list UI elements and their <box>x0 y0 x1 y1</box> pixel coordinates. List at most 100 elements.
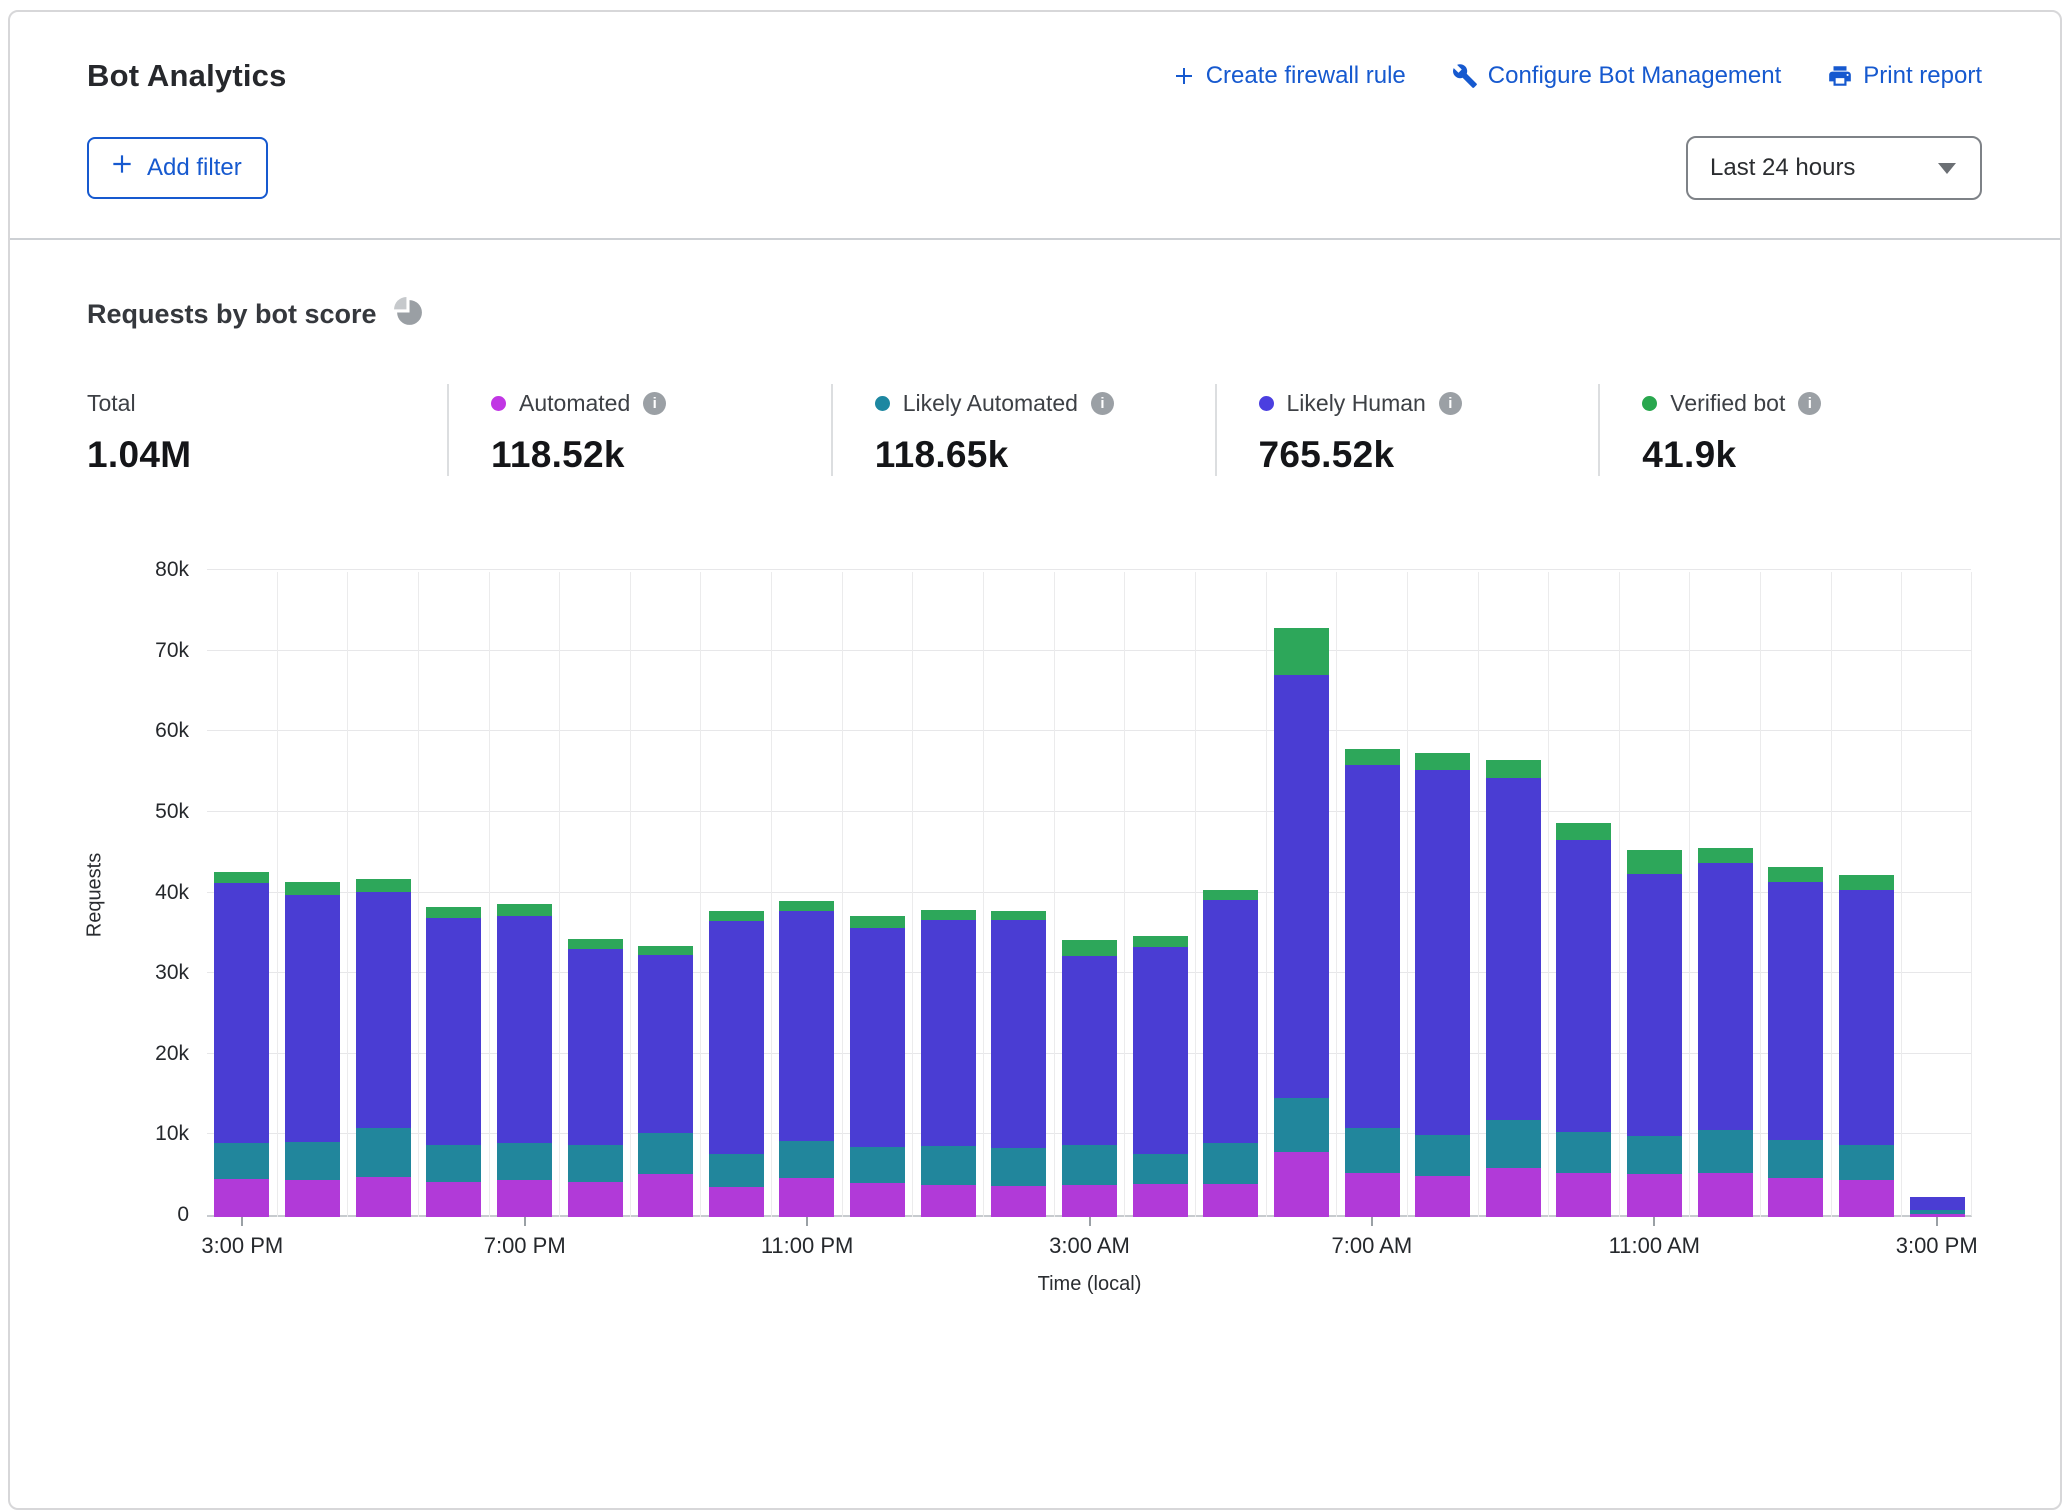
stacked-bar[interactable] <box>1415 753 1470 1217</box>
stacked-bar[interactable] <box>709 911 764 1217</box>
time-range-select[interactable]: Last 24 hours <box>1686 136 1982 200</box>
bar-segment-likely-automated[interactable] <box>1768 1140 1823 1179</box>
bar-segment-likely-human[interactable] <box>1274 675 1329 1097</box>
bar-segment-automated[interactable] <box>1274 1152 1329 1217</box>
bar-segment-likely-human[interactable] <box>1556 840 1611 1133</box>
bar-segment-verified-bot[interactable] <box>1133 936 1188 947</box>
bar-segment-automated[interactable] <box>991 1186 1046 1217</box>
bar-segment-automated[interactable] <box>1415 1176 1470 1217</box>
bar-segment-likely-automated[interactable] <box>1415 1135 1470 1176</box>
bar-segment-likely-automated[interactable] <box>1839 1145 1894 1180</box>
create-firewall-rule-link[interactable]: Create firewall rule <box>1172 62 1406 90</box>
bar-segment-automated[interactable] <box>1345 1173 1400 1217</box>
stacked-bar[interactable] <box>991 911 1046 1217</box>
bar-segment-automated[interactable] <box>568 1182 623 1217</box>
bar-segment-likely-human[interactable] <box>1415 770 1470 1134</box>
bar-segment-likely-automated[interactable] <box>1486 1120 1541 1168</box>
stacked-bar[interactable] <box>850 916 905 1217</box>
bar-segment-likely-human[interactable] <box>1627 874 1682 1136</box>
bar-segment-automated[interactable] <box>1698 1173 1753 1217</box>
print-report-link[interactable]: Print report <box>1827 62 1982 90</box>
bar-segment-likely-human[interactable] <box>1062 956 1117 1145</box>
info-icon[interactable] <box>1798 392 1821 415</box>
stacked-bar[interactable] <box>1627 850 1682 1217</box>
bar-segment-verified-bot[interactable] <box>214 872 269 883</box>
bar-segment-automated[interactable] <box>1486 1168 1541 1217</box>
bar-segment-likely-automated[interactable] <box>1698 1130 1753 1173</box>
bar-segment-likely-automated[interactable] <box>1345 1128 1400 1173</box>
bar-segment-automated[interactable] <box>285 1180 340 1217</box>
bar-segment-likely-automated[interactable] <box>921 1146 976 1185</box>
bar-segment-verified-bot[interactable] <box>568 939 623 949</box>
bar-segment-likely-automated[interactable] <box>638 1133 693 1174</box>
bar-segment-verified-bot[interactable] <box>1274 628 1329 675</box>
bar-segment-likely-human[interactable] <box>638 955 693 1133</box>
bar-segment-verified-bot[interactable] <box>638 946 693 955</box>
bar-segment-automated[interactable] <box>779 1178 834 1217</box>
bar-segment-automated[interactable] <box>1062 1185 1117 1217</box>
bar-segment-verified-bot[interactable] <box>1839 875 1894 890</box>
bar-segment-likely-automated[interactable] <box>214 1143 269 1179</box>
bar-segment-verified-bot[interactable] <box>1768 867 1823 882</box>
bar-segment-verified-bot[interactable] <box>1556 823 1611 840</box>
bar-segment-verified-bot[interactable] <box>1486 760 1541 779</box>
info-icon[interactable] <box>1439 392 1462 415</box>
stacked-bar[interactable] <box>1203 890 1258 1217</box>
bar-segment-likely-human[interactable] <box>1910 1197 1965 1209</box>
bar-segment-automated[interactable] <box>1768 1178 1823 1217</box>
bar-segment-likely-automated[interactable] <box>1203 1143 1258 1184</box>
bar-segment-likely-automated[interactable] <box>356 1128 411 1176</box>
bar-segment-automated[interactable] <box>1203 1184 1258 1217</box>
bar-segment-automated[interactable] <box>638 1174 693 1217</box>
bar-segment-automated[interactable] <box>709 1187 764 1217</box>
bar-segment-automated[interactable] <box>1556 1173 1611 1217</box>
bar-segment-likely-human[interactable] <box>426 918 481 1145</box>
bar-segment-likely-automated[interactable] <box>497 1143 552 1180</box>
bar-segment-likely-automated[interactable] <box>285 1142 340 1180</box>
bar-segment-automated[interactable] <box>1627 1174 1682 1217</box>
bar-segment-likely-human[interactable] <box>709 921 764 1154</box>
stacked-bar[interactable] <box>1486 760 1541 1217</box>
bar-segment-verified-bot[interactable] <box>1203 890 1258 900</box>
bar-segment-verified-bot[interactable] <box>991 911 1046 920</box>
info-icon[interactable] <box>1091 392 1114 415</box>
bar-segment-automated[interactable] <box>214 1179 269 1217</box>
bar-segment-likely-human[interactable] <box>1698 863 1753 1130</box>
stacked-bar[interactable] <box>356 879 411 1217</box>
bar-segment-verified-bot[interactable] <box>497 904 552 916</box>
bar-segment-likely-automated[interactable] <box>850 1147 905 1183</box>
stacked-bar[interactable] <box>1274 628 1329 1217</box>
bar-segment-verified-bot[interactable] <box>1062 940 1117 955</box>
stacked-bar[interactable] <box>1910 1197 1965 1217</box>
bar-segment-verified-bot[interactable] <box>1627 850 1682 874</box>
stacked-bar[interactable] <box>497 904 552 1217</box>
bar-segment-verified-bot[interactable] <box>1345 749 1400 764</box>
add-filter-button[interactable]: Add filter <box>87 137 268 199</box>
bar-segment-automated[interactable] <box>1133 1184 1188 1217</box>
bar-segment-likely-human[interactable] <box>568 949 623 1146</box>
bar-segment-verified-bot[interactable] <box>779 901 834 911</box>
stacked-bar[interactable] <box>426 907 481 1217</box>
stacked-bar[interactable] <box>1556 823 1611 1217</box>
bar-segment-likely-automated[interactable] <box>426 1145 481 1182</box>
stacked-bar[interactable] <box>568 939 623 1217</box>
stacked-bar[interactable] <box>1062 940 1117 1217</box>
bar-segment-likely-automated[interactable] <box>1062 1145 1117 1185</box>
bar-segment-automated[interactable] <box>356 1177 411 1217</box>
bar-segment-likely-automated[interactable] <box>779 1141 834 1178</box>
bar-segment-verified-bot[interactable] <box>850 916 905 928</box>
bar-segment-verified-bot[interactable] <box>921 910 976 920</box>
bar-segment-automated[interactable] <box>921 1185 976 1217</box>
bar-segment-verified-bot[interactable] <box>426 907 481 917</box>
stacked-bar[interactable] <box>285 882 340 1217</box>
bar-segment-likely-human[interactable] <box>285 895 340 1142</box>
bar-segment-automated[interactable] <box>850 1183 905 1217</box>
bar-segment-verified-bot[interactable] <box>709 911 764 921</box>
bar-segment-likely-human[interactable] <box>991 920 1046 1147</box>
bar-segment-likely-automated[interactable] <box>568 1145 623 1181</box>
bar-segment-likely-human[interactable] <box>1203 900 1258 1143</box>
bar-segment-likely-human[interactable] <box>497 916 552 1143</box>
stacked-bar[interactable] <box>1839 875 1894 1217</box>
bar-segment-likely-automated[interactable] <box>991 1148 1046 1186</box>
stacked-bar[interactable] <box>1698 848 1753 1217</box>
